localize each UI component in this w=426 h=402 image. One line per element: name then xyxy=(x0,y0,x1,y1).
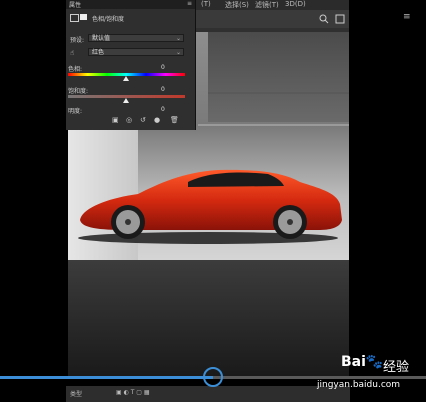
video-progress-fill xyxy=(0,376,213,379)
preset-label: 预设: xyxy=(70,37,85,44)
lightness-label: 明度: xyxy=(68,108,83,115)
adjustment-layer-icon xyxy=(70,14,79,22)
panel-header: 属性 ≡ xyxy=(66,0,195,9)
channel-value: 红色 xyxy=(92,49,105,56)
reset-icon[interactable]: ↺ xyxy=(140,116,146,124)
right-black-strip xyxy=(349,0,426,402)
watermark-brand: 经验 xyxy=(383,360,410,375)
adjustment-title: 色相/饱和度 xyxy=(92,16,125,23)
watermark-url: jingyan.baidu.com xyxy=(317,380,401,390)
hue-row: 色相: 0 xyxy=(66,64,195,82)
lightness-value[interactable]: 0 xyxy=(161,106,165,113)
menu-item[interactable]: (T) xyxy=(201,0,211,8)
hue-label: 色相: xyxy=(68,66,83,73)
eye-icon[interactable]: ● xyxy=(154,116,160,124)
channel-row: ☝ 红色 ⌄ xyxy=(66,48,195,58)
options-bar xyxy=(195,10,350,29)
lightness-row: 明度: 0 xyxy=(66,106,195,116)
hue-value[interactable]: 0 xyxy=(161,64,165,71)
preset-row: 预设: 默认值 ⌄ xyxy=(66,34,195,44)
saturation-slider-thumb[interactable] xyxy=(123,98,129,103)
menu-item-3d[interactable]: 3D(D) xyxy=(285,0,306,8)
saturation-label: 饱和度: xyxy=(68,88,89,95)
saturation-row: 饱和度: 0 xyxy=(66,86,195,104)
video-progress-thumb[interactable] xyxy=(203,367,223,387)
panel-title: 属性 xyxy=(69,2,82,9)
workspace-icon[interactable] xyxy=(335,14,345,24)
mask-icon[interactable] xyxy=(80,14,87,20)
clip-to-layer-icon[interactable]: ▣ xyxy=(112,116,119,124)
channel-dropdown[interactable]: 红色 ⌄ xyxy=(88,48,184,56)
preset-dropdown[interactable]: 默认值 ⌄ xyxy=(88,34,184,42)
menu-item-select[interactable]: 选择(S) xyxy=(225,0,249,10)
adjustment-header: 色相/饱和度 xyxy=(66,13,195,23)
menu-icon[interactable]: ≡ xyxy=(403,12,411,22)
properties-panel: 属性 ≡ 色相/饱和度 预设: 默认值 ⌄ ☝ 红色 ⌄ 色相: 0 饱和度: 0 … xyxy=(66,0,196,130)
hue-slider-thumb[interactable] xyxy=(123,76,129,81)
trash-icon[interactable]: 🗑 xyxy=(170,116,179,124)
chevron-down-icon: ⌄ xyxy=(175,35,181,42)
menu-icon[interactable]: ≡ xyxy=(187,0,192,7)
filter-kind-label[interactable]: 类型 xyxy=(70,389,82,398)
chevron-down-icon: ⌄ xyxy=(175,49,181,56)
menu-bar: (T) 选择(S) 滤镜(T) 3D(D) xyxy=(195,0,350,10)
preset-value: 默认值 xyxy=(92,35,111,42)
layer-filter-icon[interactable]: ▣ ◐ T ▢ ▦ xyxy=(116,389,150,396)
baidu-logo: Bai🐾 xyxy=(341,354,384,370)
menu-item-filter[interactable]: 滤镜(T) xyxy=(255,0,279,10)
view-previous-icon[interactable]: ◎ xyxy=(126,116,132,124)
saturation-value[interactable]: 0 xyxy=(161,86,165,93)
search-icon[interactable] xyxy=(319,14,329,24)
layers-panel-bar: 类型 ▣ ◐ T ▢ ▦ xyxy=(66,386,350,402)
hand-tool-icon[interactable]: ☝ xyxy=(70,49,74,57)
